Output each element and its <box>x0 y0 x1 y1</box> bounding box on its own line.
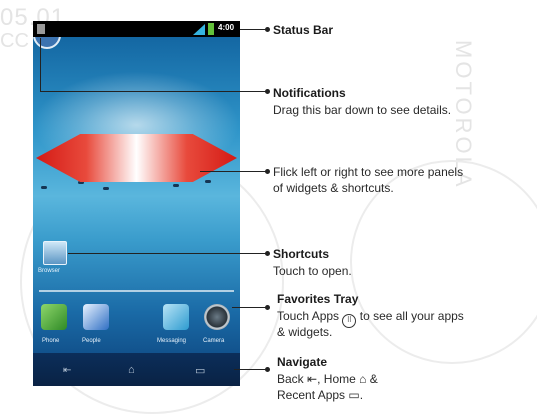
notifications-desc: Drag this bar down to see details. <box>273 103 452 117</box>
status-callout-line <box>240 29 267 30</box>
recent-apps-icon[interactable]: ▭ <box>195 364 205 377</box>
watermark-cc: CC <box>0 30 29 52</box>
status-callout-dot <box>265 27 270 32</box>
favorites-desc-pre: Touch Apps <box>277 309 340 323</box>
flick-desc-line2: of widgets & shortcuts. <box>273 181 394 195</box>
tray-divider <box>39 290 234 292</box>
messaging-app-label: Messaging <box>157 338 187 344</box>
notifications-callout-line <box>40 91 267 92</box>
shortcuts-callout-dot <box>265 251 270 256</box>
people-app-icon[interactable] <box>83 304 109 330</box>
browser-shortcut-label: Browser <box>38 268 61 274</box>
navigate-home-label: Home <box>323 372 356 386</box>
favorites-callout-line <box>232 307 267 308</box>
home-icon[interactable]: ⌂ <box>128 364 135 376</box>
navigate-period: . <box>359 388 364 402</box>
camera-app-label: Camera <box>203 338 225 344</box>
home-icon-inline: ⌂ <box>359 372 367 386</box>
navigation-bar: ⇤ ⌂ ▭ <box>33 353 240 386</box>
status-bar-title: Status Bar <box>273 23 334 37</box>
navigate-back-label: Back <box>277 372 304 386</box>
favorites-tray-title: Favorites Tray <box>277 292 359 306</box>
phone-app-icon[interactable] <box>41 304 67 330</box>
navigate-callout-line <box>234 369 267 370</box>
shortcuts-callout-line <box>68 253 267 254</box>
notifications-callout-stem <box>40 38 41 91</box>
messaging-app-icon[interactable] <box>163 304 189 330</box>
apps-icon: ⠿ <box>342 314 357 328</box>
phone-home-screen: 4:00 Browser ⠿ Phone People Messaging Ca… <box>33 21 240 386</box>
favorites-callout-dot <box>265 305 270 310</box>
wallpaper-fish <box>103 187 109 190</box>
people-app-label: People <box>82 338 101 344</box>
shortcuts-title: Shortcuts <box>273 247 330 261</box>
navigate-desc-line2: Recent Apps ▭. <box>277 387 363 403</box>
wallpaper-fish <box>205 180 211 183</box>
flick-callout-dot <box>265 169 270 174</box>
wallpaper-fish <box>173 184 179 187</box>
signal-icon <box>193 24 205 35</box>
recent-icon-inline: ▭ <box>348 388 360 402</box>
camera-app-icon[interactable] <box>204 304 230 330</box>
navigate-title: Navigate <box>277 355 328 369</box>
navigate-desc-line1: Back ⇤, Home ⌂ & <box>277 372 378 386</box>
browser-shortcut-icon[interactable] <box>43 241 67 265</box>
wallpaper-fish <box>41 186 47 189</box>
notification-icon <box>37 24 45 34</box>
back-icon-inline: ⇤ <box>307 372 318 386</box>
notifications-title: Notifications <box>273 86 346 100</box>
status-time: 4:00 <box>218 23 235 32</box>
favorites-tray-desc-line2: & widgets. <box>277 325 333 339</box>
notifications-callout-dot <box>265 89 270 94</box>
navigate-recent-label: Recent Apps <box>277 388 346 402</box>
flick-desc-line1: Flick left or right to see more panels <box>273 165 464 179</box>
navigate-callout-dot <box>265 367 270 372</box>
flick-callout-line <box>200 171 267 172</box>
phone-app-label: Phone <box>42 338 60 344</box>
battery-icon <box>208 23 214 35</box>
favorites-desc-post: to see all your apps <box>359 309 464 323</box>
status-bar[interactable]: 4:00 <box>33 21 240 37</box>
back-icon[interactable]: ⇤ <box>63 365 71 376</box>
shortcuts-desc: Touch to open. <box>273 264 352 278</box>
navigate-amp: & <box>369 372 378 386</box>
